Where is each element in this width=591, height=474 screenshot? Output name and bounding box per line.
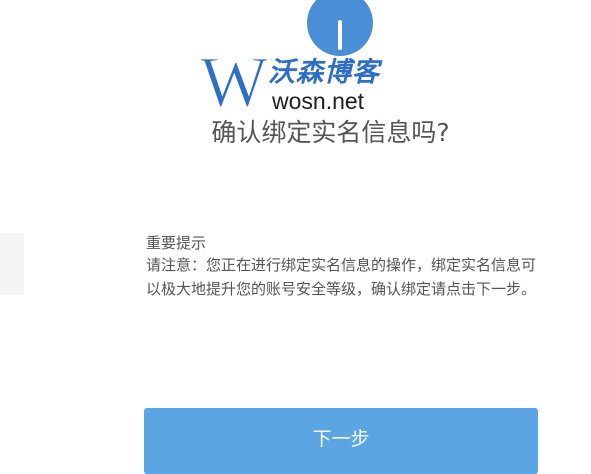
next-step-button[interactable]: 下一步	[144, 408, 538, 474]
watermark: W 沃森博客 wosn.net	[198, 48, 398, 118]
watermark-logo: W	[199, 48, 268, 114]
watermark-domain: wosn.net	[272, 88, 365, 114]
notice-body: 请注意：您正在进行绑定实名信息的操作，绑定实名信息可以极大地提升您的账号安全等级…	[146, 256, 537, 298]
info-bar	[338, 20, 342, 50]
watermark-letter: W	[200, 48, 268, 114]
notice-block: 重要提示 请注意：您正在进行绑定实名信息的操作，绑定实名信息可以极大地提升您的账…	[146, 233, 546, 301]
notice-heading: 重要提示	[146, 234, 207, 252]
dialog-title: 确认绑定实名信息吗?	[211, 118, 450, 147]
watermark-brand: 沃森博客	[268, 57, 380, 88]
binding-confirm-screen: W 沃森博客 wosn.net 确认绑定实名信息吗? 重要提示 请注意：您正在进…	[0, 0, 591, 474]
left-panel-edge	[0, 233, 24, 295]
